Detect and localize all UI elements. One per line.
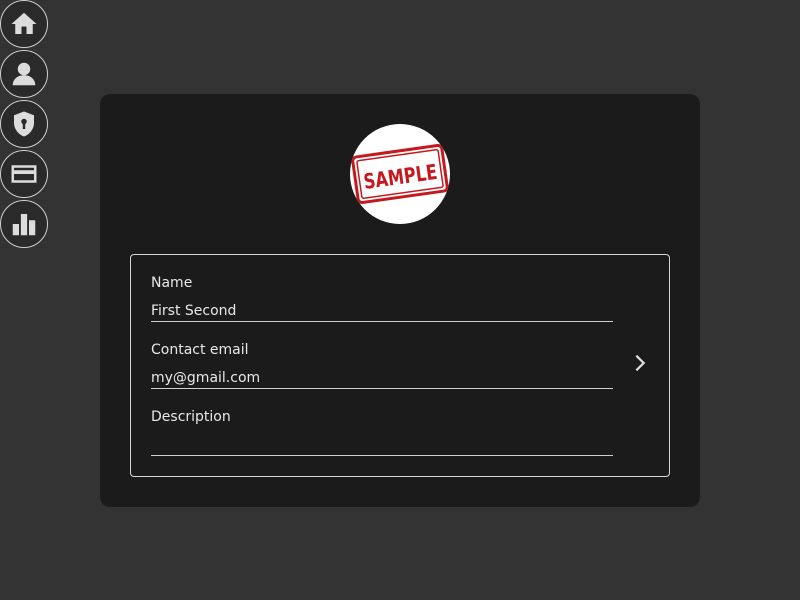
name-value[interactable]: First Second — [151, 301, 613, 322]
sidebar-item-profile[interactable] — [0, 50, 48, 98]
description-value[interactable] — [151, 435, 613, 456]
avatar[interactable]: SAMPLE — [350, 124, 450, 224]
sample-stamp-image: SAMPLE — [351, 143, 449, 205]
sidebar-item-billing[interactable] — [0, 150, 48, 198]
bar-chart-icon — [12, 214, 36, 236]
sidebar-nav — [0, 0, 50, 250]
shield-icon — [14, 111, 34, 137]
chevron-right-icon — [635, 354, 646, 372]
profile-info-panel: Name First Second Contact email my@gmail… — [130, 254, 670, 477]
name-field: Name First Second — [151, 273, 613, 340]
sidebar-item-stats[interactable] — [0, 200, 48, 248]
sidebar-item-security[interactable] — [0, 100, 48, 148]
email-label: Contact email — [151, 342, 249, 358]
sidebar-item-home[interactable] — [0, 0, 48, 48]
name-label: Name — [151, 275, 193, 291]
user-icon — [12, 62, 36, 86]
email-value[interactable]: my@gmail.com — [151, 368, 613, 389]
email-field: Contact email my@gmail.com — [151, 340, 613, 407]
description-field: Description — [151, 407, 613, 474]
home-icon — [11, 12, 37, 34]
edit-profile-button[interactable] — [629, 352, 651, 374]
profile-card: SAMPLE Name First Second Contact email m… — [100, 94, 700, 507]
description-label: Description — [151, 409, 231, 425]
credit-card-icon — [11, 165, 37, 183]
